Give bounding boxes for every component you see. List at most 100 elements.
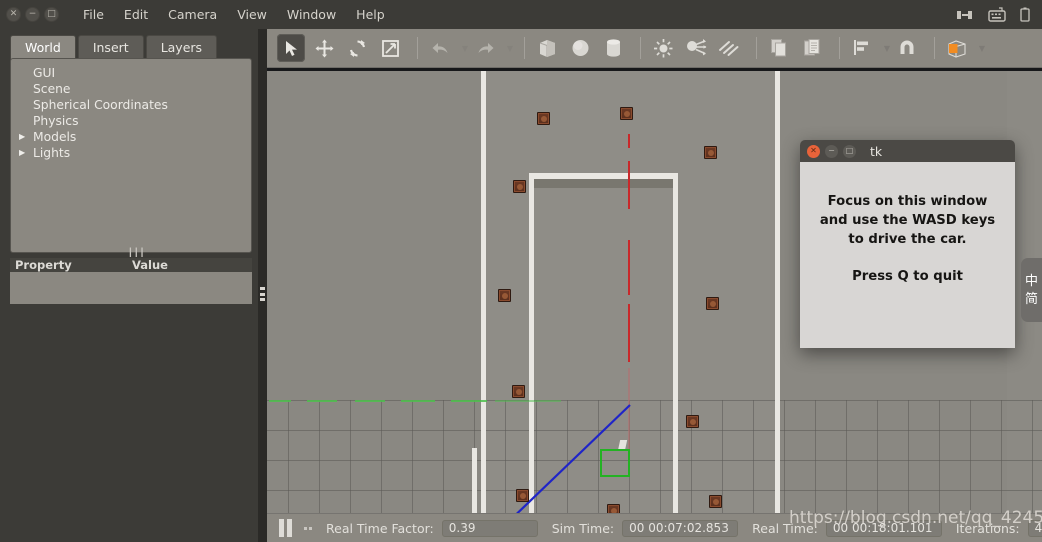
- undo-dropdown-chevron-down-icon[interactable]: ▼: [459, 34, 471, 62]
- ime-mode-label: 中: [1024, 273, 1038, 289]
- brick-object[interactable]: [706, 297, 719, 310]
- toolbar-separator: [640, 37, 641, 59]
- guide-line-red: [628, 134, 630, 148]
- gazebo-application-window: ✕ − □ File Edit Camera View Window Help: [0, 0, 1042, 542]
- wall-inner-shadow: [534, 179, 673, 188]
- brick-object[interactable]: [620, 107, 633, 120]
- simulation-status-bar: Real Time Factor: 0.39 Sim Time: 00 00:0…: [267, 513, 1042, 542]
- tk-instruction-line-3: to drive the car.: [848, 232, 967, 247]
- tk-dialog-window[interactable]: ✕ − □ tk Focus on this window and use th…: [800, 140, 1015, 348]
- tk-minimize-icon[interactable]: −: [825, 144, 838, 158]
- brick-object[interactable]: [516, 489, 529, 502]
- chevron-right-icon[interactable]: ▶: [19, 149, 31, 157]
- sphere-shape-icon[interactable]: [566, 34, 594, 62]
- brick-object[interactable]: [498, 289, 511, 302]
- undo-icon[interactable]: [426, 34, 454, 62]
- chevron-right-icon[interactable]: ▶: [19, 133, 31, 141]
- left-panel-footer: [0, 513, 266, 542]
- tree-item-lights[interactable]: ▶ Lights: [11, 145, 251, 161]
- pause-icon[interactable]: [279, 519, 292, 537]
- tk-title-bar[interactable]: ✕ − □ tk: [800, 140, 1015, 162]
- laser-scan-line: [355, 400, 385, 402]
- brick-object[interactable]: [704, 146, 717, 159]
- spot-light-icon[interactable]: [682, 34, 710, 62]
- snap-magnet-icon[interactable]: [893, 34, 921, 62]
- window-close-icon[interactable]: ✕: [6, 7, 21, 22]
- guide-line-red: [628, 161, 630, 209]
- paste-icon[interactable]: [798, 34, 826, 62]
- ime-script-label: 简: [1024, 291, 1038, 307]
- battery-icon[interactable]: [1020, 7, 1030, 22]
- tree-item-models[interactable]: ▶ Models: [11, 129, 251, 145]
- menu-window[interactable]: Window: [277, 4, 346, 25]
- tk-dialog-body: Focus on this window and use the WASD ke…: [800, 162, 1015, 348]
- brick-object[interactable]: [513, 180, 526, 193]
- toolbar-separator: [934, 37, 935, 59]
- tk-instruction-line-1: Focus on this window: [827, 194, 988, 209]
- menu-view[interactable]: View: [227, 4, 277, 25]
- copy-icon[interactable]: [765, 34, 793, 62]
- rotate-icon[interactable]: [343, 34, 371, 62]
- tree-item-label: Physics: [33, 114, 79, 128]
- scale-icon[interactable]: [376, 34, 404, 62]
- world-tree[interactable]: ▶ GUI ▶ Scene ▶ Spherical Coordinates ▶ …: [10, 58, 252, 253]
- tab-world[interactable]: World: [10, 35, 76, 59]
- tree-item-physics[interactable]: ▶ Physics: [11, 113, 251, 129]
- tree-item-label: Lights: [33, 146, 71, 160]
- directional-light-icon[interactable]: [715, 34, 743, 62]
- select-arrow-icon[interactable]: [277, 34, 305, 62]
- toolbar-separator: [524, 37, 525, 59]
- tree-item-scene[interactable]: ▶ Scene: [11, 81, 251, 97]
- brick-object[interactable]: [686, 415, 699, 428]
- keyboard-icon[interactable]: [988, 7, 1006, 22]
- menu-camera[interactable]: Camera: [158, 4, 227, 25]
- brick-object[interactable]: [537, 112, 550, 125]
- step-icon[interactable]: [304, 526, 312, 530]
- brick-object[interactable]: [709, 495, 722, 508]
- real-time-value: 00 00:18:01.101: [825, 519, 942, 537]
- ime-indicator[interactable]: 中 简: [1021, 258, 1042, 322]
- menu-file[interactable]: File: [73, 4, 114, 25]
- tree-item-label: GUI: [33, 66, 56, 80]
- panel-splitter[interactable]: [258, 29, 267, 542]
- point-light-icon[interactable]: [649, 34, 677, 62]
- align-dropdown-chevron-down-icon[interactable]: ▼: [881, 34, 893, 62]
- redo-icon[interactable]: [471, 34, 499, 62]
- view-cube-icon[interactable]: [943, 34, 971, 62]
- tk-quit-instruction: Press Q to quit: [852, 269, 963, 284]
- tree-item-spherical-coordinates[interactable]: ▶ Spherical Coordinates: [11, 97, 251, 113]
- guide-line-red: [628, 304, 630, 362]
- panel-resize-grip[interactable]: ┃┃┃: [128, 249, 144, 257]
- redo-dropdown-chevron-down-icon[interactable]: ▼: [504, 34, 516, 62]
- brick-object[interactable]: [512, 385, 525, 398]
- toolbar-separator: [839, 37, 840, 59]
- laser-scan-line: [401, 400, 435, 402]
- laser-scan-line: [495, 400, 561, 402]
- sim-time-label: Sim Time:: [551, 520, 615, 536]
- brick-object[interactable]: [607, 504, 620, 513]
- menu-items: File Edit Camera View Window Help: [73, 4, 395, 25]
- tk-maximize-icon[interactable]: □: [843, 144, 856, 158]
- align-icon[interactable]: [848, 34, 876, 62]
- tab-layers[interactable]: Layers: [145, 35, 218, 59]
- network-icon[interactable]: [956, 8, 974, 22]
- sim-time-value: 00 00:07:02.853: [622, 519, 739, 537]
- menu-edit[interactable]: Edit: [114, 4, 158, 25]
- wall-outer-right: [775, 71, 780, 513]
- iterations-label: Iterations:: [955, 520, 1020, 536]
- tree-item-gui[interactable]: ▶ GUI: [11, 65, 251, 81]
- tab-insert[interactable]: Insert: [77, 35, 144, 59]
- menu-help[interactable]: Help: [346, 4, 395, 25]
- box-shape-icon[interactable]: [533, 34, 561, 62]
- real-time-label: Real Time:: [752, 520, 818, 536]
- left-panel: World Insert Layers ▶ GUI ▶ Scene ▶ Sphe…: [0, 29, 266, 542]
- toolbar-separator: [417, 37, 418, 59]
- translate-move-icon[interactable]: [310, 34, 338, 62]
- window-maximize-icon[interactable]: □: [44, 7, 59, 22]
- system-tray: [956, 7, 1042, 22]
- cylinder-shape-icon[interactable]: [599, 34, 627, 62]
- column-header-property: Property: [15, 258, 72, 272]
- view-dropdown-chevron-down-icon[interactable]: ▼: [976, 34, 988, 62]
- window-minimize-icon[interactable]: −: [25, 7, 40, 22]
- tk-close-icon[interactable]: ✕: [807, 144, 820, 158]
